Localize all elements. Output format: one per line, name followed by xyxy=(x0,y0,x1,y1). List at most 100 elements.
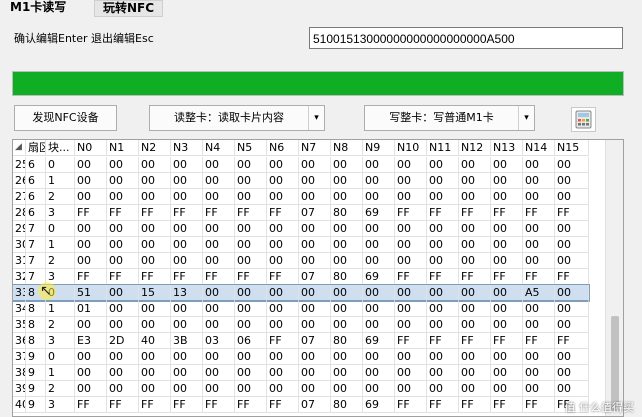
grid-cell[interactable]: 31 xyxy=(13,253,26,269)
grid-cell[interactable]: 1 xyxy=(46,173,75,189)
calculator-button[interactable] xyxy=(571,107,596,132)
grid-cell[interactable]: 00 xyxy=(299,237,331,253)
grid-cell[interactable]: 00 xyxy=(427,317,459,333)
grid-cell[interactable]: 00 xyxy=(523,301,555,317)
grid-cell[interactable]: 00 xyxy=(491,221,523,237)
grid-cell[interactable]: FF xyxy=(267,397,299,413)
grid-cell[interactable]: 00 xyxy=(491,301,523,317)
grid-cell[interactable]: FF xyxy=(555,333,589,349)
grid-cell[interactable]: 00 xyxy=(267,237,299,253)
grid-cell[interactable]: 2 xyxy=(46,317,75,333)
grid-cell[interactable]: 00 xyxy=(267,173,299,189)
grid-cell[interactable]: FF xyxy=(203,269,235,285)
grid-cell[interactable]: 00 xyxy=(395,381,427,397)
grid-cell[interactable]: 35 xyxy=(13,317,26,333)
grid-cell[interactable]: 9 xyxy=(26,365,46,381)
grid-cell[interactable]: 00 xyxy=(299,173,331,189)
grid-cell[interactable]: 37 xyxy=(13,349,26,365)
grid-cell[interactable]: 00 xyxy=(459,381,491,397)
table-row[interactable]: 348101000000000000000000000000000000 xyxy=(13,301,589,317)
grid-cell[interactable]: 7 xyxy=(26,237,46,253)
grid-cell[interactable]: 00 xyxy=(523,349,555,365)
hex-edit-input[interactable]: 51001513000000000000000000A500 xyxy=(309,27,623,49)
grid-cell[interactable]: 00 xyxy=(139,301,171,317)
grid-cell[interactable]: 00 xyxy=(427,349,459,365)
grid-cell[interactable]: 3 xyxy=(46,397,75,413)
grid-cell[interactable]: 1 xyxy=(46,301,75,317)
grid-cell[interactable]: 00 xyxy=(331,317,363,333)
grid-cell[interactable]: 00 xyxy=(331,189,363,205)
grid-cell[interactable]: FF xyxy=(459,333,491,349)
grid-cell[interactable]: 06 xyxy=(235,333,267,349)
grid-cell[interactable]: 00 xyxy=(523,365,555,381)
grid-cell[interactable]: 00 xyxy=(523,253,555,269)
grid-cell[interactable]: 00 xyxy=(267,221,299,237)
grid-cell[interactable]: 00 xyxy=(107,173,139,189)
grid-cell[interactable]: 00 xyxy=(171,237,203,253)
grid-cell[interactable]: 00 xyxy=(331,157,363,173)
grid-cell[interactable]: 00 xyxy=(555,237,589,253)
grid-cell[interactable]: 00 xyxy=(267,381,299,397)
grid-cell[interactable]: A5 xyxy=(523,285,555,301)
grid-cell[interactable]: 00 xyxy=(395,173,427,189)
grid-cell[interactable]: 00 xyxy=(395,365,427,381)
grid-cell[interactable]: FF xyxy=(427,269,459,285)
grid-cell[interactable]: FF xyxy=(75,269,107,285)
grid-cell[interactable]: 28 xyxy=(13,205,26,221)
grid-cell[interactable]: 00 xyxy=(459,221,491,237)
grid-cell[interactable]: 00 xyxy=(459,301,491,317)
grid-cell[interactable]: 00 xyxy=(139,317,171,333)
grid-cell[interactable]: 00 xyxy=(171,253,203,269)
grid-cell[interactable]: FF xyxy=(107,269,139,285)
grid-cell[interactable]: 00 xyxy=(139,381,171,397)
grid-cell[interactable]: FF xyxy=(267,269,299,285)
grid-cell[interactable]: 03 xyxy=(203,333,235,349)
grid-cell[interactable]: 6 xyxy=(26,157,46,173)
grid-cell[interactable]: FF xyxy=(171,269,203,285)
grid-cell[interactable]: 00 xyxy=(235,301,267,317)
grid-cell[interactable]: 07 xyxy=(299,333,331,349)
grid-cell[interactable]: 00 xyxy=(235,253,267,269)
grid-cell[interactable]: 00 xyxy=(139,365,171,381)
grid-cell[interactable]: 00 xyxy=(363,157,395,173)
grid-cell[interactable]: 00 xyxy=(171,173,203,189)
grid-cell[interactable]: 00 xyxy=(395,285,427,301)
grid-cell[interactable]: 9 xyxy=(26,381,46,397)
data-grid[interactable]: 扇区块...N0N1N2N3N4N5N6N7N8N9N10N11N12N13N1… xyxy=(12,139,624,417)
grid-cell[interactable]: 00 xyxy=(75,349,107,365)
grid-cell[interactable]: FF xyxy=(203,205,235,221)
grid-cell[interactable]: 01 xyxy=(75,301,107,317)
grid-cell[interactable]: 00 xyxy=(427,157,459,173)
grid-cell[interactable]: FF xyxy=(459,269,491,285)
grid-cell[interactable]: 00 xyxy=(203,349,235,365)
grid-cell[interactable]: 00 xyxy=(235,189,267,205)
grid-cell[interactable]: 00 xyxy=(395,157,427,173)
grid-cell[interactable]: 00 xyxy=(491,365,523,381)
grid-cell[interactable]: 00 xyxy=(299,317,331,333)
table-row[interactable]: 399200000000000000000000000000000000 xyxy=(13,381,589,397)
grid-cell[interactable]: 00 xyxy=(331,173,363,189)
grid-cell[interactable]: FF xyxy=(491,269,523,285)
grid-cell[interactable]: 00 xyxy=(267,365,299,381)
grid-cell[interactable]: FF xyxy=(491,397,523,413)
grid-cell[interactable]: 00 xyxy=(267,317,299,333)
grid-cell[interactable]: 00 xyxy=(235,381,267,397)
grid-cell[interactable]: 2 xyxy=(46,189,75,205)
grid-cell[interactable]: 00 xyxy=(267,157,299,173)
grid-cell[interactable]: 00 xyxy=(203,317,235,333)
grid-cell[interactable]: 00 xyxy=(139,157,171,173)
grid-cell[interactable]: 00 xyxy=(203,237,235,253)
write-card-combo[interactable]: 写整卡：写普通M1卡 ▾ xyxy=(364,105,535,131)
grid-cell[interactable]: FF xyxy=(491,333,523,349)
grid-cell[interactable]: 00 xyxy=(299,157,331,173)
grid-cell[interactable]: 8 xyxy=(26,317,46,333)
grid-cell[interactable]: 00 xyxy=(427,381,459,397)
grid-cell[interactable]: 40 xyxy=(139,333,171,349)
grid-cell[interactable]: FF xyxy=(555,205,589,221)
grid-cell[interactable]: 00 xyxy=(427,365,459,381)
grid-header-row[interactable]: 扇区块...N0N1N2N3N4N5N6N7N8N9N10N11N12N13N1… xyxy=(13,140,589,156)
grid-cell[interactable]: FF xyxy=(235,397,267,413)
grid-cell[interactable]: 9 xyxy=(26,397,46,413)
grid-cell[interactable]: 80 xyxy=(331,333,363,349)
grid-cell[interactable]: 00 xyxy=(235,237,267,253)
